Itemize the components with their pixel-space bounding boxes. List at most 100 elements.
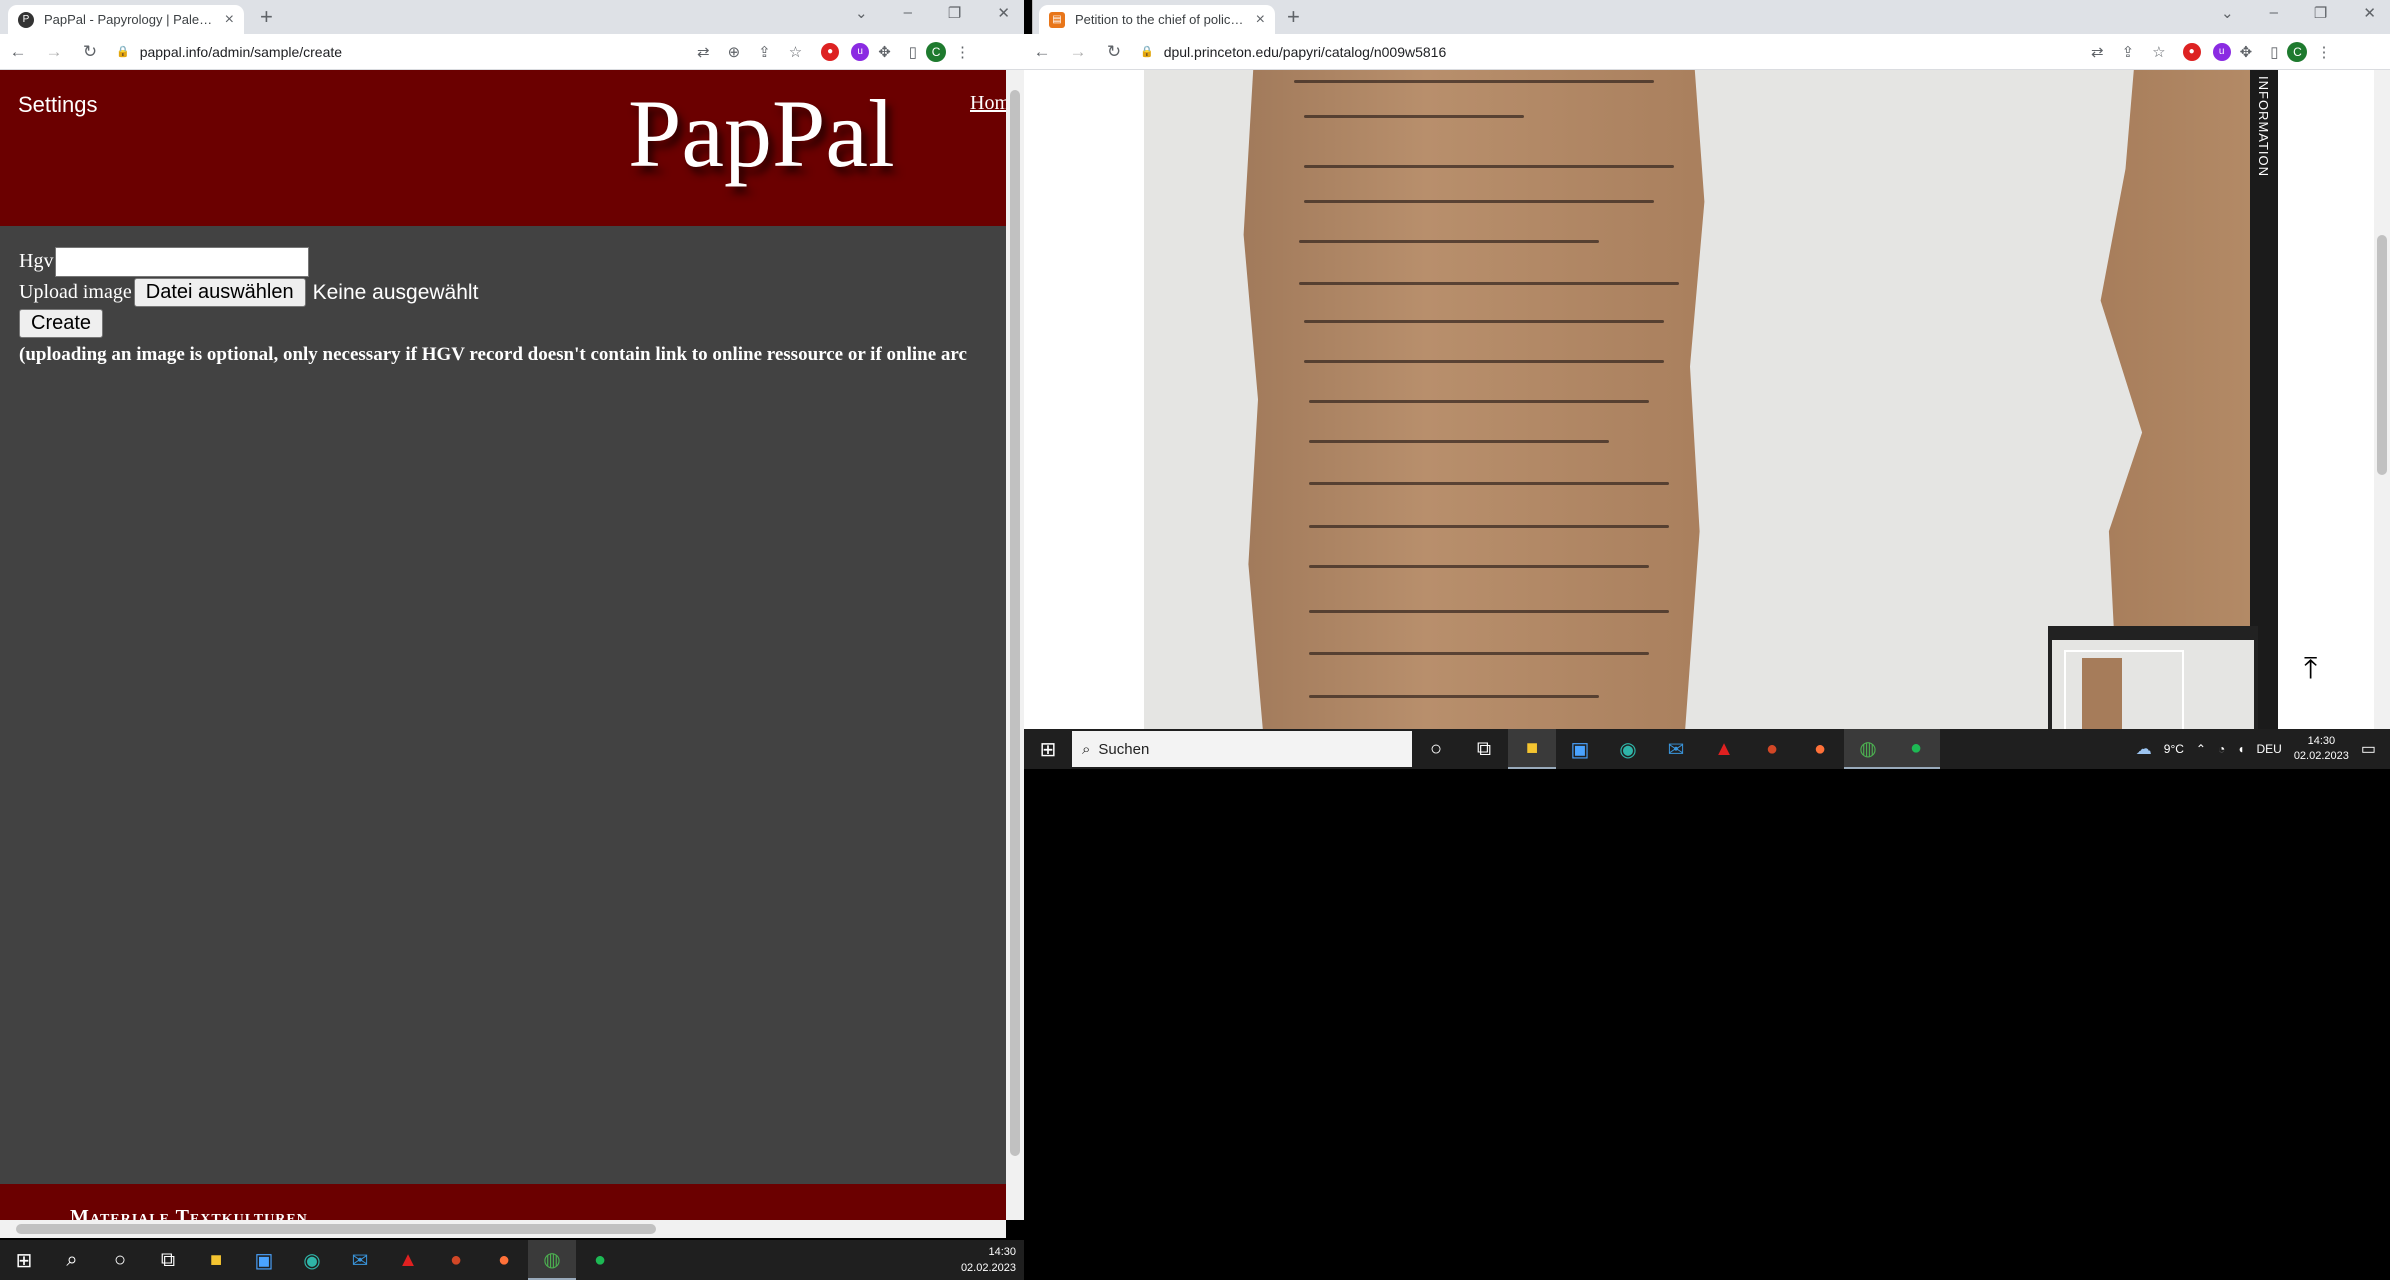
tab-title: PapPal - Papyrology | Paleography: [44, 12, 217, 27]
pappal-logo[interactable]: PapPal: [628, 78, 895, 189]
close-window-icon[interactable]: ✕: [2363, 4, 2376, 22]
settings-link[interactable]: Settings: [18, 92, 98, 118]
extension-red-icon[interactable]: ●: [2182, 42, 2201, 61]
mail-icon[interactable]: ✉: [1652, 729, 1700, 769]
new-tab-button[interactable]: +: [260, 4, 273, 30]
profile-avatar[interactable]: C: [926, 41, 947, 62]
share-icon[interactable]: ⇪: [2122, 43, 2135, 61]
left-vertical-scrollbar[interactable]: [1006, 70, 1024, 1220]
left-clock[interactable]: 14:30 02.02.2023: [961, 1244, 1016, 1276]
search-icon[interactable]: ⌕: [48, 1240, 96, 1280]
restore-icon[interactable]: ❐: [948, 4, 961, 22]
task-view-icon[interactable]: ⧉: [144, 1240, 192, 1280]
left-horizontal-scrollbar[interactable]: [0, 1220, 1006, 1238]
chrome-icon[interactable]: ◍: [1844, 729, 1892, 769]
scroll-thumb[interactable]: [1010, 90, 1020, 1156]
close-window-icon[interactable]: ✕: [997, 4, 1010, 22]
notifications-icon[interactable]: ▭: [2361, 739, 2376, 759]
acrobat-icon[interactable]: ▲: [384, 1240, 432, 1280]
spotify-icon[interactable]: ●: [1892, 729, 1940, 769]
share-icon[interactable]: ⇪: [758, 43, 771, 61]
left-active-tab[interactable]: P PapPal - Papyrology | Paleography ×: [8, 5, 244, 34]
scroll-thumb[interactable]: [2377, 235, 2387, 475]
file-explorer-icon[interactable]: ■: [1508, 729, 1556, 769]
forward-icon[interactable]: →: [1068, 42, 1088, 62]
script-line: [1309, 652, 1649, 655]
viewer-navigator[interactable]: [2048, 626, 2258, 729]
script-line: [1294, 80, 1654, 83]
firefox-icon[interactable]: ●: [1796, 729, 1844, 769]
volume-icon[interactable]: ◖: [2237, 742, 2244, 756]
upload-row: Upload image Datei auswählen Keine ausge…: [19, 277, 967, 308]
mail-icon[interactable]: ✉: [336, 1240, 384, 1280]
reload-icon[interactable]: ↻: [1104, 42, 1124, 62]
windows-start-icon[interactable]: ⊞: [1024, 729, 1072, 769]
scroll-thumb[interactable]: [16, 1224, 656, 1234]
network-icon[interactable]: ◔: [2218, 742, 2225, 756]
reload-icon[interactable]: ↻: [80, 42, 100, 62]
new-tab-button[interactable]: +: [1287, 4, 1300, 30]
navigator-viewport[interactable]: [2064, 650, 2184, 729]
translate-icon[interactable]: ⇄: [2091, 43, 2104, 61]
extension-purple-icon[interactable]: u: [851, 42, 870, 61]
address-bar[interactable]: 🔒 dpul.princeton.edu/papyri/catalog/n009…: [1132, 37, 2082, 66]
close-tab-icon[interactable]: ×: [1256, 11, 1265, 29]
cortana-icon[interactable]: ○: [1412, 729, 1460, 769]
store-icon[interactable]: ▣: [1556, 729, 1604, 769]
translate-icon[interactable]: ⇄: [697, 43, 710, 61]
side-panel-icon[interactable]: ▯: [909, 43, 917, 61]
script-line: [1304, 200, 1654, 203]
right-vertical-scrollbar[interactable]: [2374, 70, 2390, 729]
extensions-puzzle-icon[interactable]: ✥: [2240, 43, 2253, 61]
side-panel-icon[interactable]: ▯: [2270, 43, 2278, 61]
powerpoint-icon[interactable]: ●: [1748, 729, 1796, 769]
restore-icon[interactable]: ❐: [2314, 4, 2327, 22]
extension-purple-icon[interactable]: u: [2212, 42, 2231, 61]
spotify-icon[interactable]: ●: [576, 1240, 624, 1280]
home-link[interactable]: Home: [970, 92, 1006, 115]
powerpoint-icon[interactable]: ●: [432, 1240, 480, 1280]
store-icon[interactable]: ▣: [240, 1240, 288, 1280]
extensions-puzzle-icon[interactable]: ✥: [878, 43, 891, 61]
extension-red-icon[interactable]: ●: [821, 42, 840, 61]
cortana-icon[interactable]: ○: [96, 1240, 144, 1280]
file-explorer-icon[interactable]: ■: [192, 1240, 240, 1280]
pappal-page: Settings PapPal Home Hgv Upload image Da…: [0, 70, 1006, 1220]
bookmark-star-icon[interactable]: ☆: [789, 43, 802, 61]
language-indicator[interactable]: DEU: [2256, 742, 2281, 756]
profile-avatar[interactable]: C: [2287, 41, 2308, 62]
weather-cloud-icon[interactable]: ☁: [2136, 739, 2152, 759]
site-header: Settings PapPal Home: [0, 70, 1006, 226]
back-icon[interactable]: ←: [8, 42, 28, 62]
edge-icon[interactable]: ◉: [1604, 729, 1652, 769]
choose-file-button[interactable]: Datei auswählen: [133, 278, 306, 307]
forward-icon[interactable]: →: [44, 42, 64, 62]
edge-icon[interactable]: ◉: [288, 1240, 336, 1280]
hgv-input[interactable]: [55, 246, 310, 277]
task-view-icon[interactable]: ⧉: [1460, 729, 1508, 769]
windows-start-icon[interactable]: ⊞: [0, 1240, 48, 1280]
create-button[interactable]: Create: [19, 309, 104, 338]
firefox-icon[interactable]: ●: [480, 1240, 528, 1280]
bookmark-star-icon[interactable]: ☆: [2152, 43, 2165, 61]
chrome-icon[interactable]: ◍: [528, 1240, 576, 1280]
close-tab-icon[interactable]: ×: [225, 11, 234, 29]
weather-temp[interactable]: 9°C: [2164, 742, 2184, 756]
minimize-icon[interactable]: –: [2270, 4, 2278, 22]
tray-chevron-icon[interactable]: ⌃: [2196, 742, 2206, 756]
acrobat-icon[interactable]: ▲: [1700, 729, 1748, 769]
back-to-top-icon[interactable]: ⤒: [2304, 652, 2317, 686]
tab-search-icon[interactable]: ⌄: [2221, 4, 2234, 22]
minimize-icon[interactable]: –: [904, 4, 912, 22]
zoom-icon[interactable]: ⊕: [728, 43, 741, 61]
menu-icon[interactable]: ⋮: [955, 43, 970, 61]
menu-icon[interactable]: ⋮: [2316, 43, 2331, 61]
tab-search-icon[interactable]: ⌄: [855, 4, 868, 22]
right-active-tab[interactable]: ▤ Petition to the chief of police - D ×: [1039, 5, 1275, 34]
back-icon[interactable]: ←: [1032, 42, 1052, 62]
address-bar[interactable]: 🔒 pappal.info/admin/sample/create: [108, 37, 688, 66]
clock[interactable]: 14:30 02.02.2023: [2294, 734, 2349, 764]
system-tray: ☁ 9°C ⌃ ◔ ◖ DEU 14:30 02.02.2023 ▭: [2136, 729, 2390, 769]
upload-image-label: Upload image: [19, 281, 132, 303]
taskbar-search[interactable]: ⌕ Suchen: [1072, 731, 1412, 767]
